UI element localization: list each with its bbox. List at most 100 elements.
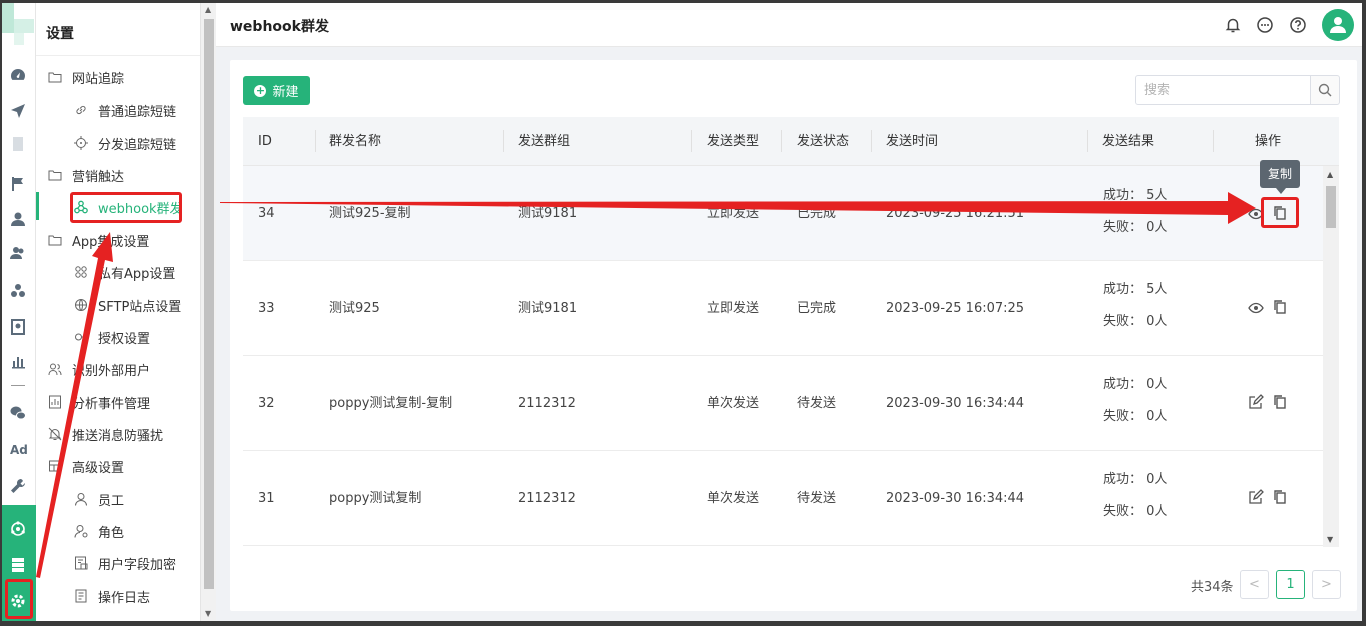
flag-icon[interactable] [10,176,26,192]
table-row[interactable]: 33 测试925 测试9181 立即发送 已完成 2023-09-25 16:0… [243,261,1323,356]
cell-name: poppy测试复制-复制 [329,396,453,411]
sidebar-item-label: 识别外部用户 [72,363,151,379]
sidebar-item-label: 网站追踪 [72,71,125,87]
sidebar-item-op-log[interactable]: 操作日志 [36,582,200,610]
cell-status: 已完成 [797,206,837,221]
doc-icon[interactable] [10,136,26,152]
sidebar-scrollbar[interactable]: ▲ ▼ [200,3,216,621]
copy-icon[interactable] [1272,299,1288,315]
search-input[interactable] [1135,75,1311,105]
sidebar-item-role[interactable]: 角色 [36,517,200,545]
column-separator [1087,130,1088,152]
users-icon [48,363,62,376]
sidebar-item-marketing[interactable]: 营销触达 [36,161,200,189]
crosshair-icon [74,136,88,150]
cell-success: 成功： 0人 [1103,377,1168,392]
grid-icon [49,460,61,472]
group-icon[interactable] [10,283,26,299]
sidebar-item-app-integration[interactable]: App集成设置 [36,226,200,254]
sidebar-item-label: SFTP站点设置 [98,299,182,315]
scrollbar-thumb[interactable] [204,19,214,589]
next-page-button[interactable]: > [1312,570,1341,599]
sidebar-item-auth[interactable]: 授权设置 [36,323,200,351]
person-icon[interactable] [10,211,26,227]
table-row[interactable]: 31 poppy测试复制 2112312 单次发送 待发送 2023-09-30… [243,451,1323,546]
wechat-icon[interactable] [10,405,26,421]
scroll-up-icon[interactable]: ▲ [205,5,211,14]
wrench-icon[interactable] [10,478,26,494]
webhook-highlight-box [70,192,182,223]
scroll-up-icon[interactable]: ▲ [1327,170,1333,179]
folder-icon [48,170,62,181]
sidebar-item-label: 用户字段加密 [98,557,177,573]
sidebar-item-label: 普通追踪短链 [98,104,177,120]
dashboard-icon[interactable] [10,67,26,83]
server-icon[interactable] [10,557,26,573]
folder-icon [48,72,62,83]
page-title: webhook群发 [230,19,329,35]
bell-icon[interactable] [1224,16,1242,34]
plus-icon: + [254,83,267,97]
top-header: webhook群发 [216,3,1362,47]
cell-status: 待发送 [797,491,837,506]
integration-icon[interactable] [10,521,26,537]
column-header: 发送结果 [1102,134,1155,149]
sidebar-item-dist-short-link[interactable]: 分发追踪短链 [36,129,200,157]
column-header: 发送群组 [518,134,571,149]
table-row[interactable]: 32 poppy测试复制-复制 2112312 单次发送 待发送 2023-09… [243,356,1323,451]
cell-fail: 失败： 0人 [1103,220,1168,235]
sidebar-item-label: 角色 [98,525,125,541]
sidebar-item-field-encrypt[interactable]: 用户字段加密 [36,549,200,577]
cell-time: 2023-09-25 16:07:25 [886,301,1025,316]
sidebar-item-anti-spam[interactable]: 推送消息防骚扰 [36,420,200,448]
copy-icon[interactable] [1272,394,1288,410]
bell-off-icon [48,427,62,441]
help-icon[interactable] [1289,16,1307,34]
sidebar-item-external-users[interactable]: 识别外部用户 [36,355,200,383]
sidebar-item-event-mgmt[interactable]: 分析事件管理 [36,388,200,416]
page-button-current[interactable]: 1 [1276,570,1305,599]
sidebar-item-sftp[interactable]: SFTP站点设置 [36,291,200,319]
cell-fail: 失败： 0人 [1103,409,1168,424]
sidebar-item-staff[interactable]: 员工 [36,485,200,513]
badge-icon[interactable] [10,319,26,335]
table-header: ID 群发名称 发送群组 发送类型 发送状态 发送时间 发送结果 操作 [243,117,1339,166]
sidebar-item-advanced[interactable]: 高级设置 [36,452,200,480]
table-scrollbar[interactable]: ▲ ▼ [1323,166,1339,547]
search-button[interactable] [1310,75,1340,105]
lock-doc-icon [75,556,88,570]
copy-highlight-box [1261,197,1299,228]
view-icon[interactable] [1248,300,1264,316]
sidebar-item-label: 员工 [98,493,125,509]
sidebar-item-label: App集成设置 [72,234,150,250]
pagination-total: 共34条 [1191,580,1234,595]
cell-group: 2112312 [518,396,576,411]
sidebar-item-private-app[interactable]: 私有App设置 [36,258,200,286]
cell-id: 34 [258,206,275,221]
send-icon[interactable] [10,103,26,119]
sidebar-item-label: 高级设置 [72,460,125,476]
new-button[interactable]: + 新建 [243,76,310,105]
ad-icon[interactable]: Ad [10,443,28,457]
prev-page-button[interactable]: < [1240,570,1269,599]
cell-success: 成功： 0人 [1103,472,1168,487]
scrollbar-thumb[interactable] [1326,186,1336,228]
cell-group: 2112312 [518,491,576,506]
people-icon[interactable] [10,245,26,261]
rail-divider [11,385,25,386]
scroll-down-icon[interactable]: ▼ [1327,535,1333,544]
edit-icon[interactable] [1248,489,1264,505]
sidebar-item-normal-short-link[interactable]: 普通追踪短链 [36,96,200,124]
cell-group: 测试9181 [518,301,578,316]
column-header: 发送时间 [886,134,939,149]
column-header: 发送状态 [797,134,850,149]
edit-icon[interactable] [1248,394,1264,410]
table-row[interactable]: 34 测试925-复制 测试9181 立即发送 已完成 2023-09-25 1… [243,166,1323,261]
chat-icon[interactable] [1256,16,1274,34]
sidebar-item-website-tracking[interactable]: 网站追踪 [36,63,200,91]
column-header: 发送类型 [707,134,760,149]
bar-chart-icon[interactable] [10,353,26,369]
copy-icon[interactable] [1272,489,1288,505]
avatar[interactable] [1322,9,1354,41]
scroll-down-icon[interactable]: ▼ [205,609,211,618]
